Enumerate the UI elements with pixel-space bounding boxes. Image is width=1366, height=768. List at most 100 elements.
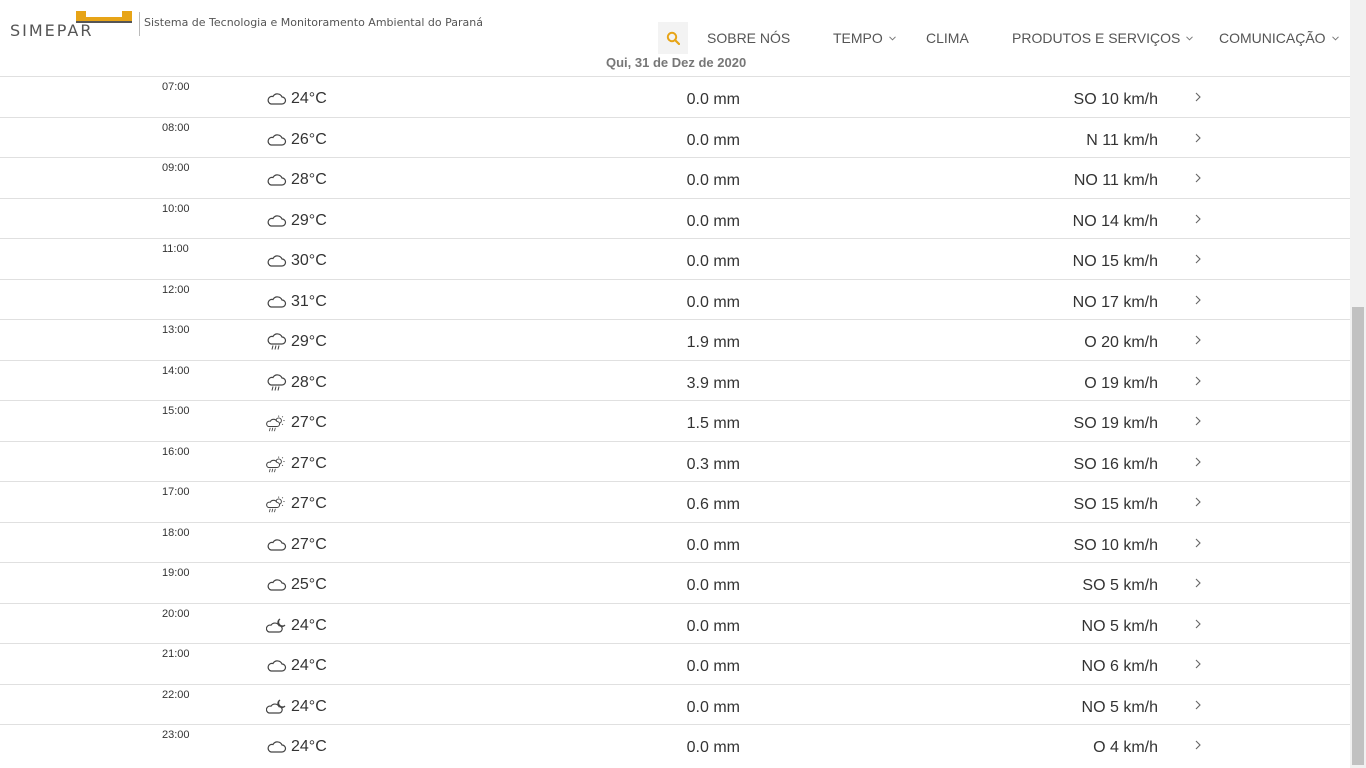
moon-cloud-icon (266, 617, 288, 635)
forecast-time: 10:00 (162, 202, 190, 215)
forecast-row[interactable]: 13:00 29°C 1.9 mm O 20 km/h (0, 319, 1350, 360)
forecast-row[interactable]: 12:00 31°C 0.0 mm NO 17 km/h (0, 278, 1350, 320)
forecast-row[interactable]: 20:00 24°C 0.0 mm NO 5 km/h (0, 602, 1350, 644)
sun-rain-icon (266, 495, 288, 513)
forecast-precipitation: 0.0 mm (686, 172, 740, 189)
cloud-icon (266, 536, 288, 554)
nav-label: PRODUTOS E SERVIÇOS (1012, 30, 1181, 46)
forecast-temperature: 31°C (266, 293, 327, 311)
temperature-value: 24°C (291, 90, 327, 107)
forecast-wind: SO 16 km/h (1073, 455, 1158, 473)
forecast-temperature: 24°C (266, 738, 327, 756)
chevron-right-icon[interactable] (1194, 700, 1206, 712)
hourly-forecast-table: 07:00 24°C 0.0 mm SO 10 km/h 08:00 26°C 0.0 mm… (0, 76, 1350, 768)
forecast-row[interactable]: 22:00 24°C 0.0 mm NO 5 km/h (0, 683, 1350, 725)
forecast-precipitation: 0.0 mm (686, 617, 740, 635)
forecast-row[interactable]: 07:00 24°C 0.0 mm SO 10 km/h (0, 76, 1350, 117)
logo-divider (139, 12, 140, 36)
forecast-wind: SO 10 km/h (1073, 91, 1158, 108)
search-button[interactable] (658, 22, 688, 54)
forecast-precipitation: 0.0 mm (686, 698, 740, 716)
forecast-wind: N 11 km/h (1086, 131, 1158, 149)
forecast-wind: NO 15 km/h (1072, 253, 1158, 270)
chevron-right-icon[interactable] (1194, 740, 1206, 752)
cloud-icon (266, 212, 288, 230)
chevron-right-icon[interactable] (1194, 214, 1206, 226)
chevron-right-icon[interactable] (1194, 659, 1206, 671)
forecast-row[interactable]: 23:00 24°C 0.0 mm O 4 km/h (0, 724, 1350, 768)
forecast-row[interactable]: 14:00 28°C 3.9 mm O 19 km/h (0, 359, 1350, 401)
chevron-right-icon[interactable] (1194, 457, 1206, 469)
chevron-right-icon[interactable] (1194, 173, 1206, 185)
forecast-precipitation: 0.0 mm (686, 212, 740, 230)
forecast-row[interactable]: 11:00 30°C 0.0 mm NO 15 km/h (0, 238, 1350, 279)
nav-item-tempo[interactable]: TEMPO (833, 30, 896, 46)
moon-cloud-icon (266, 698, 288, 716)
forecast-temperature: 24°C (266, 90, 327, 108)
nav-item-sobre-nos[interactable]: SOBRE NÓS (707, 30, 790, 46)
nav-item-produtos-servicos[interactable]: PRODUTOS E SERVIÇOS (1012, 30, 1194, 46)
forecast-wind: SO 10 km/h (1073, 536, 1158, 554)
temperature-value: 24°C (291, 738, 327, 755)
forecast-time: 22:00 (162, 688, 190, 701)
forecast-temperature: 24°C (266, 657, 327, 675)
temperature-value: 24°C (291, 697, 327, 715)
chevron-right-icon[interactable] (1194, 335, 1206, 347)
forecast-temperature: 27°C (266, 455, 327, 473)
forecast-time: 20:00 (162, 607, 190, 620)
chevron-right-icon[interactable] (1194, 254, 1206, 266)
rain-cloud-icon (266, 333, 288, 351)
forecast-row[interactable]: 10:00 29°C 0.0 mm NO 14 km/h (0, 197, 1350, 239)
cloud-icon (266, 293, 288, 311)
forecast-precipitation: 0.0 mm (686, 131, 740, 149)
forecast-precipitation: 3.9 mm (686, 374, 740, 392)
forecast-row[interactable]: 18:00 27°C 0.0 mm SO 10 km/h (0, 521, 1350, 563)
forecast-row[interactable]: 09:00 28°C 0.0 mm NO 11 km/h (0, 157, 1350, 198)
forecast-wind: O 19 km/h (1084, 374, 1158, 392)
forecast-precipitation: 1.9 mm (686, 334, 740, 351)
forecast-row[interactable]: 17:00 27°C 0.6 mm SO 15 km/h (0, 481, 1350, 522)
temperature-value: 31°C (291, 292, 327, 310)
chevron-right-icon[interactable] (1194, 619, 1206, 631)
forecast-temperature: 25°C (266, 576, 327, 594)
temperature-value: 27°C (291, 454, 327, 472)
chevron-right-icon[interactable] (1194, 92, 1206, 104)
chevron-right-icon[interactable] (1194, 376, 1206, 388)
chevron-right-icon[interactable] (1194, 497, 1206, 509)
forecast-wind: SO 19 km/h (1073, 415, 1158, 432)
temperature-value: 27°C (291, 535, 327, 553)
chevron-right-icon[interactable] (1194, 578, 1206, 590)
forecast-row[interactable]: 21:00 24°C 0.0 mm NO 6 km/h (0, 643, 1350, 684)
scrollbar-thumb[interactable] (1352, 307, 1364, 765)
forecast-time: 19:00 (162, 567, 190, 579)
chevron-right-icon[interactable] (1194, 538, 1206, 550)
forecast-wind: NO 5 km/h (1081, 698, 1158, 716)
forecast-row[interactable]: 16:00 27°C 0.3 mm SO 16 km/h (0, 440, 1350, 482)
forecast-wind: NO 11 km/h (1073, 172, 1158, 189)
chevron-right-icon[interactable] (1194, 133, 1206, 145)
nav-item-comunicacao[interactable]: COMUNICAÇÃO (1219, 30, 1339, 46)
cloud-icon (266, 90, 288, 108)
forecast-precipitation: 0.0 mm (686, 739, 740, 756)
page-scrollbar[interactable] (1350, 0, 1366, 768)
forecast-time: 09:00 (162, 162, 190, 174)
chevron-down-icon (888, 35, 896, 41)
simepar-logo[interactable]: SIMEPAR (10, 9, 134, 37)
site-header: SIMEPAR Sistema de Tecnologia e Monitora… (0, 0, 1350, 76)
chevron-right-icon[interactable] (1194, 295, 1206, 307)
forecast-time: 07:00 (162, 81, 190, 93)
forecast-row[interactable]: 08:00 26°C 0.0 mm N 11 km/h (0, 116, 1350, 158)
nav-item-clima[interactable]: CLIMA (926, 30, 969, 46)
forecast-wind: NO 14 km/h (1072, 212, 1158, 230)
temperature-value: 26°C (291, 130, 327, 148)
forecast-row[interactable]: 19:00 25°C 0.0 mm SO 5 km/h (0, 562, 1350, 603)
forecast-row[interactable]: 15:00 27°C 1.5 mm SO 19 km/h (0, 400, 1350, 441)
forecast-time: 15:00 (162, 405, 190, 417)
forecast-date-text: Qui, 31 de Dez de 2020 (606, 55, 747, 70)
nav-label: COMUNICAÇÃO (1219, 30, 1326, 46)
cloud-icon (266, 131, 288, 149)
chevron-right-icon[interactable] (1194, 416, 1206, 428)
forecast-time: 13:00 (162, 324, 190, 336)
forecast-temperature: 28°C (266, 374, 327, 392)
cloud-icon (266, 252, 288, 270)
